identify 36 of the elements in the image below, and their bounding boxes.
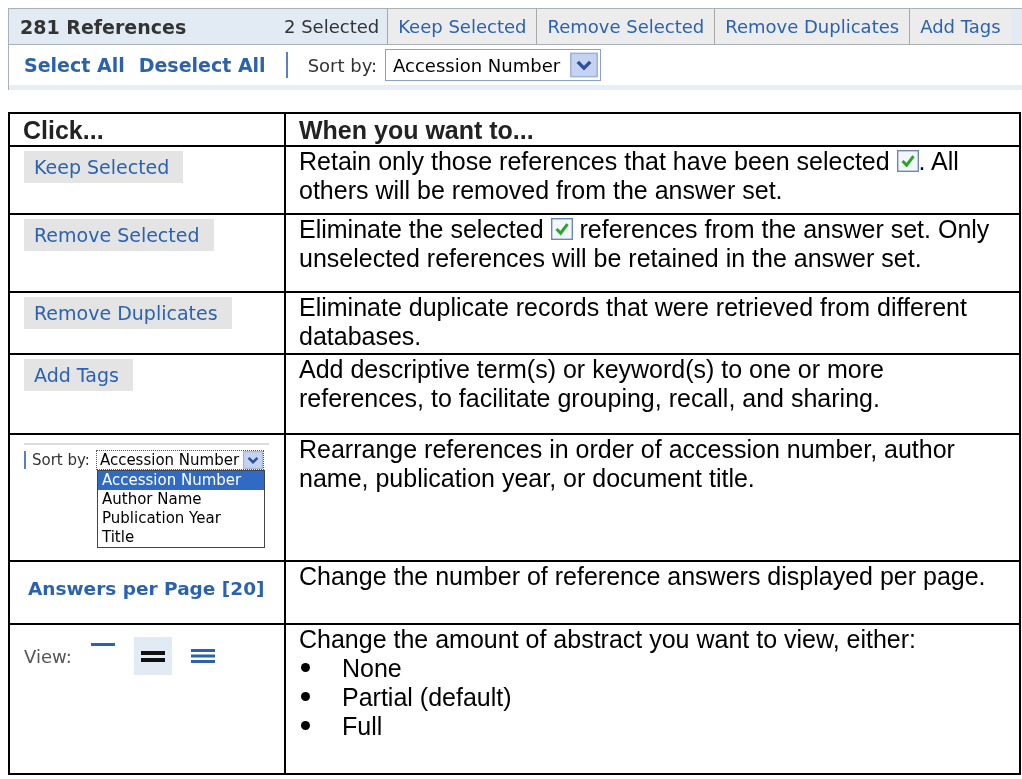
description-text: Eliminate duplicate records that were retrieved from different databases. [299,294,968,351]
action-button[interactable]: Remove Selected [24,219,214,251]
sort-label: Sort by: [32,451,90,469]
view-label: View: [24,645,72,667]
dropdown-option[interactable]: Title [98,528,264,547]
selected-count: 2 Selected [283,16,381,37]
action-button[interactable]: Keep Selected [24,151,184,183]
description-text: Rearrange references in order of accession number, author name, publication year, or document title. [299,436,956,493]
view-option-button[interactable] [133,637,172,675]
description-text: Retain only those references that have been selected . All others will be removed from the answer set. [299,148,960,205]
reference-count: 281 References [19,15,188,38]
bullet-icon [301,692,310,701]
list-item: Partial (default) [342,683,512,712]
triple-line-icon [190,649,215,663]
bullet-icon [301,663,310,672]
sort-label: Sort by: [307,54,378,76]
description-text: Eliminate the selected references from the answer set. Only unselected references will be retained in the answer set. [299,216,991,273]
select-link[interactable]: Deselect All [138,54,266,76]
double-line-icon [140,650,165,662]
bullet-icon [301,721,310,730]
column-header: When you want to... [285,113,1020,146]
dropdown-option[interactable]: Accession Number [98,471,264,490]
dropdown-option[interactable]: Author Name [98,490,264,509]
single-line-icon [90,643,115,646]
list-item: Full [342,712,383,741]
sort-dropdown[interactable]: Accession Number [95,450,265,470]
select-link[interactable]: Select All [24,54,125,76]
description-text: Add descriptive term(s) or keyword(s) to one or more references, to facilitate grouping, recall, and sharing. [299,356,885,413]
action-button[interactable]: Add Tags [24,359,133,391]
description-text: Change the number of reference answers displayed per page. [299,563,987,591]
dropdown-option[interactable]: Publication Year [98,509,264,528]
list-item: None [342,654,402,683]
sort-dropdown[interactable]: Accession Number [385,49,602,81]
action-button[interactable]: Remove Duplicates [24,297,232,329]
description-text: Change the amount of abstract you want to view, either: [299,626,918,654]
column-header: Click... [9,113,285,146]
